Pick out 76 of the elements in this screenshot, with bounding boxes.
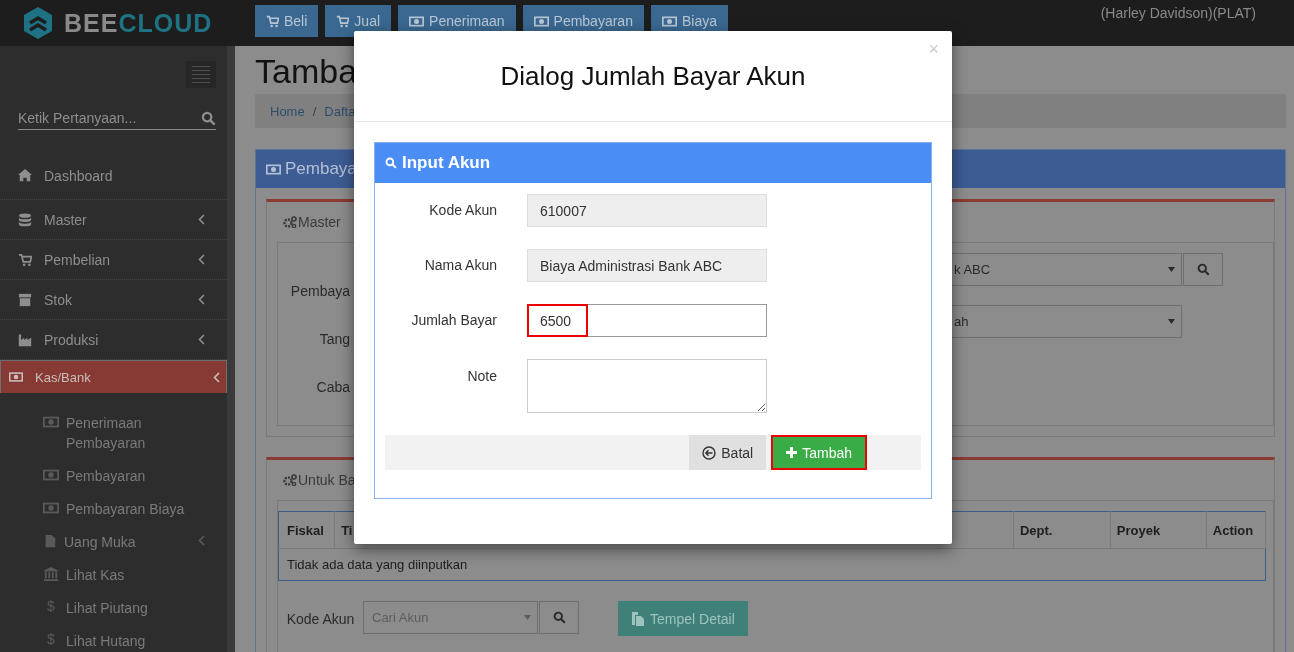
column-header: Action [1206, 511, 1266, 549]
archive-icon [18, 292, 32, 307]
paste-button[interactable]: Tempel Detail [618, 601, 748, 636]
close-button[interactable]: × [928, 39, 939, 60]
search-button[interactable] [539, 601, 579, 634]
tab-label[interactable]: Master [298, 214, 341, 230]
money-icon [533, 14, 549, 28]
submenu-item[interactable]: Penerimaan Pembayaran [43, 413, 227, 453]
submenu-item[interactable]: Pembayaran [43, 466, 227, 486]
cart-icon [336, 14, 350, 28]
file-icon [43, 533, 57, 548]
readonly-field: Biaya Administrasi Bank ABC [527, 249, 767, 282]
search-icon [201, 110, 216, 126]
page-title: Tamba [255, 51, 358, 92]
search-field[interactable]: Ketik Pertanyaan... [18, 110, 216, 130]
note-field[interactable] [527, 359, 767, 413]
empty-table-message: Tidak ada data yang diinputkan [278, 548, 1266, 581]
add-button[interactable]: Tambah [771, 435, 867, 470]
form-label: Kode Akun [285, 610, 356, 629]
tab-label[interactable]: Untuk Ba [298, 472, 356, 488]
caret-icon [1168, 319, 1175, 324]
form-label: Jumlah Bayar [410, 311, 497, 330]
cart-icon [266, 14, 279, 28]
form-label: Tang [318, 331, 350, 347]
submenu-item[interactable]: $ Lihat Hutang [43, 631, 227, 651]
caret-icon [1168, 267, 1175, 272]
scrollbar[interactable] [227, 46, 235, 652]
nav-button[interactable]: Jual [325, 5, 392, 37]
column-header: Proyek [1110, 511, 1207, 549]
search-icon [1196, 263, 1210, 276]
breadcrumb-separator: / [312, 103, 317, 119]
search-button[interactable] [1183, 253, 1223, 286]
submenu-item[interactable]: Uang Muka [43, 532, 227, 552]
money-icon [43, 500, 59, 515]
user-name: (Harley Davidson)(PLAT) [1100, 5, 1256, 21]
search-icon [552, 611, 566, 624]
logo-text: BEECLOUD [64, 8, 213, 38]
logo-icon [22, 6, 54, 40]
caret-icon [524, 615, 531, 620]
money-icon [661, 14, 677, 28]
home-icon [18, 168, 32, 182]
column-header: Dept. [1013, 511, 1111, 549]
submenu-item[interactable]: $ Lihat Piutang [43, 598, 227, 618]
panel-title: Input Akun [402, 153, 491, 173]
money-icon [43, 467, 59, 482]
readonly-field: 610007 [527, 194, 767, 227]
submenu-item[interactable]: Pembayaran Biaya [43, 499, 227, 519]
dialog-title: Dialog Jumlah Bayar Akun [500, 60, 806, 92]
plus-icon [786, 447, 798, 458]
money-icon [9, 370, 23, 384]
breadcrumb-link[interactable]: Dafta [324, 103, 356, 119]
search-icon [385, 157, 397, 169]
panel-title: Pembaya [285, 159, 357, 179]
bank-icon [43, 566, 59, 581]
cancel-button[interactable]: Batal [689, 435, 767, 470]
column-header: Fiskal [278, 511, 335, 549]
submenu-item[interactable]: Lihat Kas [43, 565, 227, 585]
copy-icon [631, 611, 645, 626]
gears-icon [283, 216, 297, 228]
money-icon [43, 414, 59, 429]
money-icon [409, 14, 425, 28]
sidebar-item[interactable]: Kas/Bank [0, 360, 227, 393]
form-label: Note [466, 367, 497, 386]
breadcrumb-link[interactable]: Home [270, 103, 305, 119]
nav-button[interactable]: Beli [255, 5, 319, 37]
factory-icon [18, 332, 32, 347]
menu-toggle-button[interactable] [186, 61, 216, 88]
form-label: Caba [315, 379, 350, 395]
form-label: Nama Akun [423, 256, 497, 275]
money-icon [266, 162, 281, 176]
form-label: Pembaya [289, 283, 350, 299]
cart-icon [18, 252, 32, 267]
form-label: Kode Akun [428, 201, 497, 220]
gears-icon [283, 474, 297, 486]
back-circle-icon [702, 445, 717, 460]
database-icon [18, 212, 32, 227]
